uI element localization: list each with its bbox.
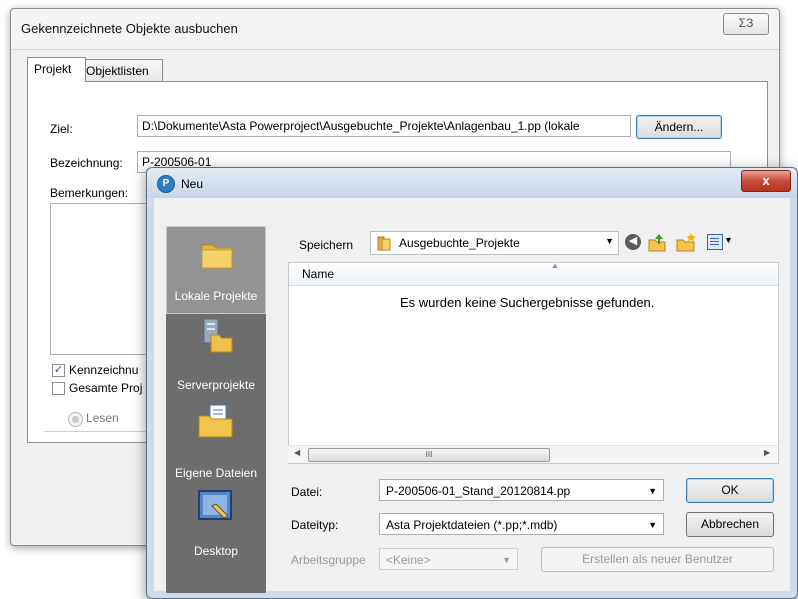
new-file-dialog: P Neu x Lokale Projekte Serverprojekte E… xyxy=(146,167,798,599)
ok-button[interactable]: OK xyxy=(686,478,774,503)
powerproject-app-icon: P xyxy=(157,175,175,193)
place-lokale-projekte[interactable]: Lokale Projekte xyxy=(166,226,266,314)
checkout-dialog-titlebar: Gekennzeichnete Objekte ausbuchen ΣЗ xyxy=(11,9,779,50)
place-eigene-dateien[interactable]: Eigene Dateien xyxy=(166,402,266,490)
save-in-combo[interactable]: Ausgebuchte_Projekte ▼ xyxy=(370,231,619,255)
place-label: Eigene Dateien xyxy=(174,466,258,480)
file-list-header: Name ▲ xyxy=(289,261,778,286)
checkout-dialog-close-button[interactable]: ΣЗ xyxy=(723,13,769,35)
horizontal-scrollbar[interactable]: ◀ III ▶ xyxy=(288,445,777,463)
cancel-button[interactable]: Abbrechen xyxy=(686,512,774,537)
column-name[interactable]: Name xyxy=(302,267,334,281)
place-desktop[interactable]: Desktop xyxy=(166,490,266,578)
chevron-down-icon: ▼ xyxy=(648,520,657,530)
folder-icon xyxy=(377,236,391,251)
save-in-value: Ausgebuchte_Projekte xyxy=(399,236,520,250)
scroll-thumb[interactable]: III xyxy=(308,448,550,462)
file-list[interactable]: Name ▲ Es wurden keine Suchergebnisse ge… xyxy=(288,261,779,464)
save-in-label: Speichern xyxy=(299,238,354,252)
desktop-icon xyxy=(198,490,232,520)
scroll-right-icon[interactable]: ▶ xyxy=(764,448,770,457)
chevron-down-icon[interactable]: ▼ xyxy=(724,235,733,245)
place-label: Lokale Projekte xyxy=(174,289,258,303)
folder-icon xyxy=(201,244,233,269)
places-bar: Lokale Projekte Serverprojekte Eigene Da… xyxy=(166,226,266,593)
documents-folder-icon xyxy=(198,404,233,438)
lesen-label: Lesen xyxy=(86,411,119,425)
kennzeichnung-checkbox[interactable]: ✓ xyxy=(52,364,65,377)
create-user-button[interactable]: Erstellen als neuer Benutzer xyxy=(541,547,774,572)
kennzeichnung-label: Kennzeichnu xyxy=(69,363,139,377)
filetype-combo[interactable]: Asta Projektdateien (*.pp;*.mdb) ▼ xyxy=(379,513,664,535)
back-arrow-icon[interactable]: ◀ xyxy=(625,234,641,250)
up-folder-icon[interactable] xyxy=(647,232,667,252)
change-button[interactable]: Ändern... xyxy=(636,115,722,139)
gesamte-projekt-checkbox[interactable] xyxy=(52,382,65,395)
place-serverprojekte[interactable]: Serverprojekte xyxy=(166,314,266,402)
workgroup-label: Arbeitsgruppe xyxy=(291,553,366,567)
lesen-radio[interactable] xyxy=(68,412,83,427)
scroll-left-icon[interactable]: ◀ xyxy=(294,448,300,457)
server-icon xyxy=(203,318,233,353)
filetype-value: Asta Projektdateien (*.pp;*.mdb) xyxy=(386,518,558,532)
file-name-combo[interactable]: P-200506-01_Stand_20120814.pp ▼ xyxy=(379,479,664,501)
checkout-dialog-title: Gekennzeichnete Objekte ausbuchen xyxy=(21,21,238,36)
chevron-down-icon: ▼ xyxy=(502,555,511,565)
tab-objektlisten[interactable]: Objektlisten xyxy=(79,59,163,82)
new-file-dialog-title: Neu xyxy=(181,177,204,191)
new-file-dialog-close-button[interactable]: x xyxy=(741,170,791,192)
new-file-dialog-titlebar: P Neu x xyxy=(147,168,797,198)
file-name-value: P-200506-01_Stand_20120814.pp xyxy=(386,484,571,498)
ziel-field[interactable]: D:\Dokumente\Asta Powerproject\Ausgebuch… xyxy=(137,115,631,137)
gesamte-projekt-label: Gesamte Proj xyxy=(69,381,143,395)
place-label: Serverprojekte xyxy=(176,378,256,392)
workgroup-combo[interactable]: <Keine> ▼ xyxy=(379,548,518,570)
chevron-down-icon: ▼ xyxy=(648,486,657,496)
filetype-label: Dateityp: xyxy=(291,518,339,532)
chevron-down-icon: ▼ xyxy=(605,236,614,246)
place-label: Desktop xyxy=(193,544,239,558)
tab-projekt[interactable]: Projekt xyxy=(27,57,86,82)
view-menu-icon[interactable] xyxy=(707,234,723,250)
file-label: Datei: xyxy=(291,485,323,499)
ziel-label: Ziel: xyxy=(50,122,73,136)
empty-message: Es wurden keine Suchergebnisse gefunden. xyxy=(400,295,655,310)
sort-ascending-icon: ▲ xyxy=(551,261,559,270)
workgroup-value: <Keine> xyxy=(386,553,431,567)
radio-dot-icon xyxy=(72,416,79,423)
new-folder-icon[interactable] xyxy=(675,232,697,252)
bezeichnung-label: Bezeichnung: xyxy=(50,156,123,170)
bemerkungen-label: Bemerkungen: xyxy=(50,186,129,200)
